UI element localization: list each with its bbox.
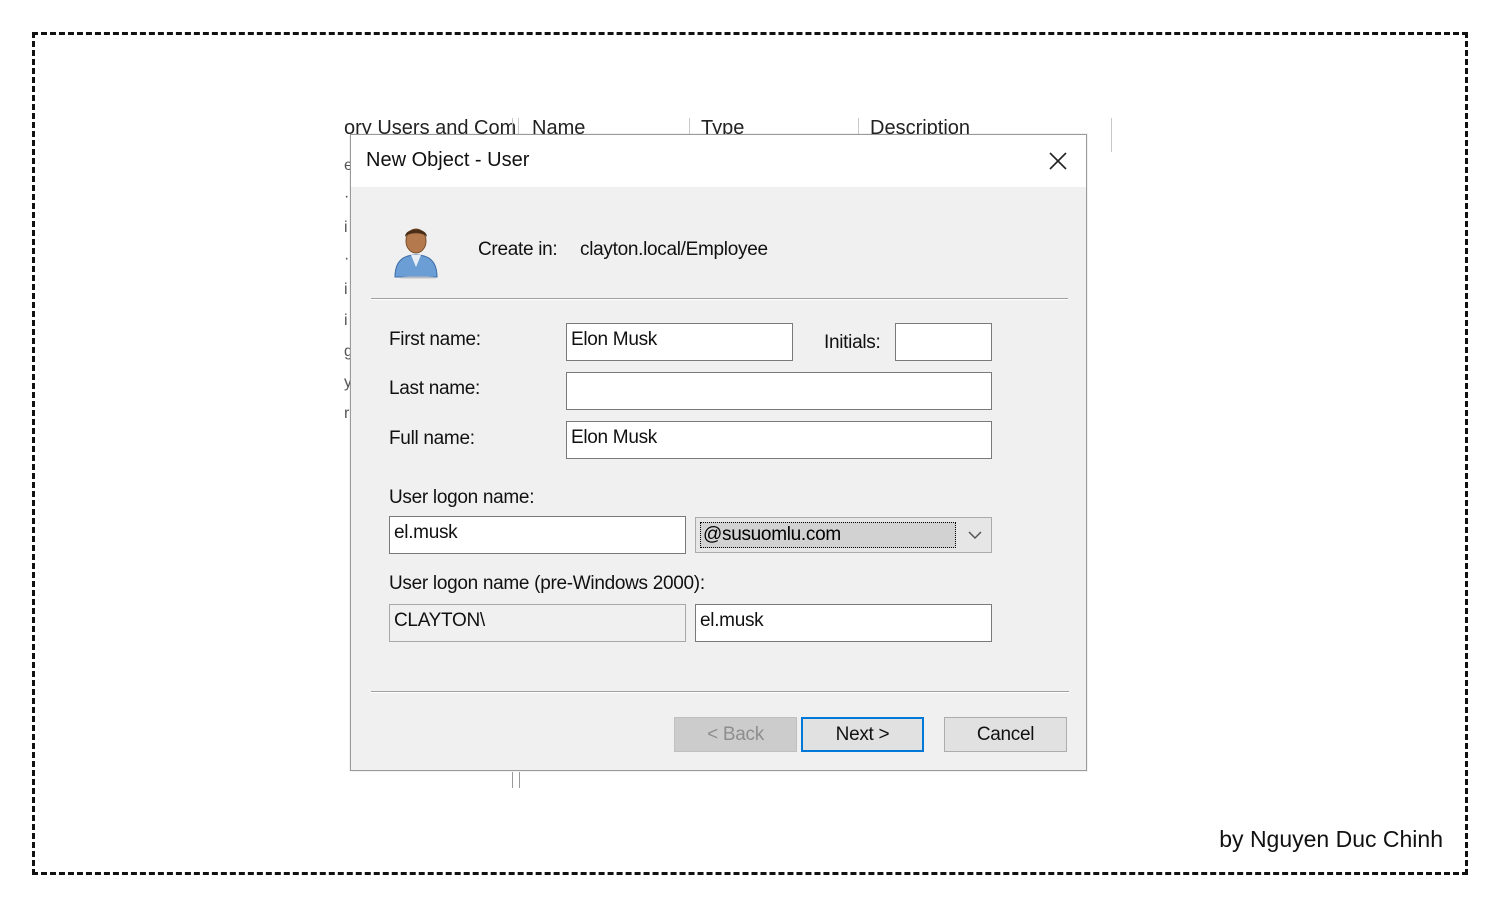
close-button[interactable]	[1040, 143, 1076, 179]
last-name-label: Last name:	[389, 378, 480, 399]
initials-label: Initials:	[824, 332, 881, 353]
dialog-titlebar[interactable]: New Object - User	[351, 135, 1086, 187]
cancel-button[interactable]: Cancel	[944, 717, 1067, 752]
pre-windows-2000-label: User logon name (pre-Windows 2000):	[389, 573, 705, 594]
user-logon-name-field[interactable]: el.musk	[389, 516, 686, 554]
create-in-label: Create in:	[478, 239, 558, 260]
separator	[371, 691, 1069, 693]
new-object-user-dialog: New Object - User Create in: clayton.loc…	[350, 134, 1087, 771]
dropdown-arrow[interactable]	[959, 518, 991, 552]
column-separator	[1111, 118, 1112, 152]
separator	[371, 298, 1068, 300]
next-button[interactable]: Next >	[801, 717, 924, 752]
first-name-label: First name:	[389, 329, 481, 350]
chevron-down-icon	[968, 531, 982, 540]
pre-windows-logon-field[interactable]: el.musk	[695, 604, 992, 642]
user-icon	[394, 228, 438, 279]
dialog-title: New Object - User	[366, 149, 530, 171]
first-name-field[interactable]: Elon Musk	[566, 323, 793, 361]
full-name-field[interactable]: Elon Musk	[566, 421, 992, 459]
full-name-label: Full name:	[389, 428, 475, 449]
upn-suffix-dropdown[interactable]: @susuomlu.com	[695, 517, 992, 553]
upn-suffix-value: @susuomlu.com	[700, 522, 956, 548]
close-icon	[1049, 152, 1067, 170]
back-button[interactable]: < Back	[674, 717, 797, 752]
create-in-path: clayton.local/Employee	[580, 239, 768, 260]
initials-field[interactable]	[895, 323, 992, 361]
last-name-field[interactable]	[566, 372, 992, 410]
author-credit: by Nguyen Duc Chinh	[1219, 826, 1443, 852]
user-logon-name-label: User logon name:	[389, 487, 535, 508]
splitter-handle[interactable]	[512, 772, 520, 788]
pre-windows-domain-field: CLAYTON\	[389, 604, 686, 642]
